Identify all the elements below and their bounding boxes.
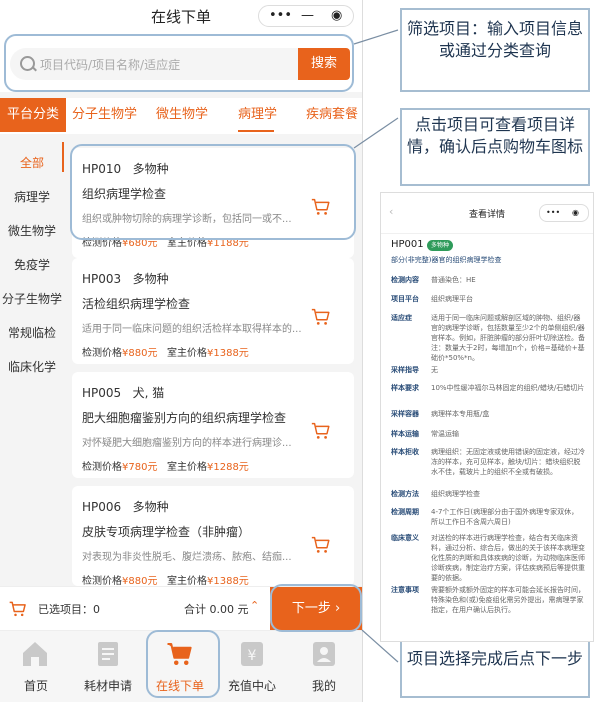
species-badge: 多物种 [427,240,454,251]
nav-label: 首页 [23,679,48,693]
item-price: 检测价格¥880元 室主价格¥1388元 [82,576,249,587]
item-card[interactable]: HP006 多物种 皮肤专项病理学检查（非肿瘤） 对表现为非炎性脱毛、腹烂溃疡、… [72,486,354,587]
item-name: 活检组织病理学检查 [82,297,191,311]
sidebar-item-routine[interactable]: 常规临检 [0,324,64,341]
next-highlight [270,584,362,632]
minimize-icon[interactable]: — [301,6,314,26]
item-desc: 对怀疑肥大细胞瘤鉴别方向的样本进行病理诊... [82,438,292,449]
tab-underline [238,130,274,132]
annotation-next: 项目选择完成后点下一步 [400,640,590,698]
item-card[interactable]: HP003 多物种 活检组织病理学检查 适用于同一临床问题的组织活检样本取得样本… [72,258,354,364]
cart-icon[interactable] [310,306,332,328]
card-highlight [70,144,356,240]
tab-microbiology[interactable]: 微生物学 [156,98,208,132]
close-target-icon[interactable]: ◉ [572,205,579,221]
annotation-filter: 筛选项目：输入项目信息或通过分类查询 [400,8,590,92]
detail-title-bar: ‹ 查看详情 ••• ◉ [381,193,593,234]
tab-molecular-biology[interactable]: 分子生物学 [72,98,137,132]
nav-recharge[interactable]: ¥ 充值中心 [216,631,288,702]
selected-count: 已选项目：0 [38,603,100,616]
item-desc: 对表现为非炎性脱毛、腹烂溃疡、脓疱、结痂... [82,552,292,563]
expand-up-icon[interactable]: ⌃ [250,599,259,612]
item-desc: 适用于同一临床问题的组织活检样本取得样本的... [82,324,302,335]
item-code: HP005 犬, 猫 [82,386,165,400]
close-target-icon[interactable]: ◉ [331,6,342,26]
nav-supplies[interactable]: 耗材申请 [72,631,144,702]
title-bar: 在线下单 ••• — ◉ [0,0,362,32]
item-card[interactable]: HP005 犬, 猫 肥大细胞瘤鉴别方向的组织病理学检查 对怀疑肥大细胞瘤鉴别方… [72,372,354,478]
annotation-detail: 点击项目可查看项目详情，确认后点购物车图标 [400,108,590,186]
item-price: 检测价格¥780元 室主价格¥1288元 [82,462,249,473]
sidebar-item-immunology[interactable]: 免疫学 [0,256,64,273]
detail-code: HP001 [391,239,424,250]
item-name: 皮肤专项病理学检查（非肿瘤） [82,525,251,539]
nav-label: 充值中心 [227,679,276,693]
supplies-icon [98,642,118,666]
more-icon[interactable]: ••• [546,205,560,221]
nav-home[interactable]: 首页 [0,631,72,702]
detail-capsule[interactable]: ••• ◉ [539,204,589,222]
nav-profile[interactable]: 我的 [288,631,360,702]
detail-name: 部分(非完整)器官的组织病理学检查 [391,256,502,264]
detail-screen: ‹ 查看详情 ••• ◉ HP001 多物种 部分(非完整)器官的组织病理学检查… [380,192,594,642]
category-sidebar: 全部 病理学 微生物学 免疫学 分子生物学 常规临检 临床化学 [0,134,64,584]
item-name: 肥大细胞瘤鉴别方向的组织病理学检查 [82,411,287,425]
item-code: HP003 多物种 [82,272,169,286]
nav-highlight [146,630,220,698]
nav-label: 我的 [311,679,336,693]
nav-label: 耗材申请 [83,679,132,693]
sidebar-item-all[interactable]: 全部 [0,154,64,171]
recharge-icon: ¥ [241,642,263,666]
home-icon [23,642,47,666]
search-highlight [4,34,354,92]
sidebar-item-microbiology[interactable]: 微生物学 [0,222,64,239]
item-code: HP006 多物种 [82,500,169,514]
sidebar-item-molecular[interactable]: 分子生物学 [0,290,64,307]
tab-platform-category[interactable]: 平台分类 [0,98,66,132]
sidebar-item-pathology[interactable]: 病理学 [0,188,64,205]
more-icon[interactable]: ••• [269,6,292,26]
svg-text:¥: ¥ [248,648,257,664]
cart-icon[interactable] [310,534,332,556]
category-tabs: 平台分类 分子生物学 微生物学 病理学 疾病套餐 [0,98,362,134]
sidebar-item-chemistry[interactable]: 临床化学 [0,358,64,375]
tab-pathology[interactable]: 病理学 [238,98,277,132]
cart-icon[interactable] [8,599,28,619]
item-price: 检测价格¥880元 室主价格¥1388元 [82,348,249,359]
capsule-menu[interactable]: ••• — ◉ [258,5,354,27]
tab-disease-package[interactable]: 疾病套餐 [306,98,358,132]
total-amount: 合计 0.00 元 [184,603,249,616]
cart-icon[interactable] [310,420,332,442]
profile-icon [313,642,335,666]
